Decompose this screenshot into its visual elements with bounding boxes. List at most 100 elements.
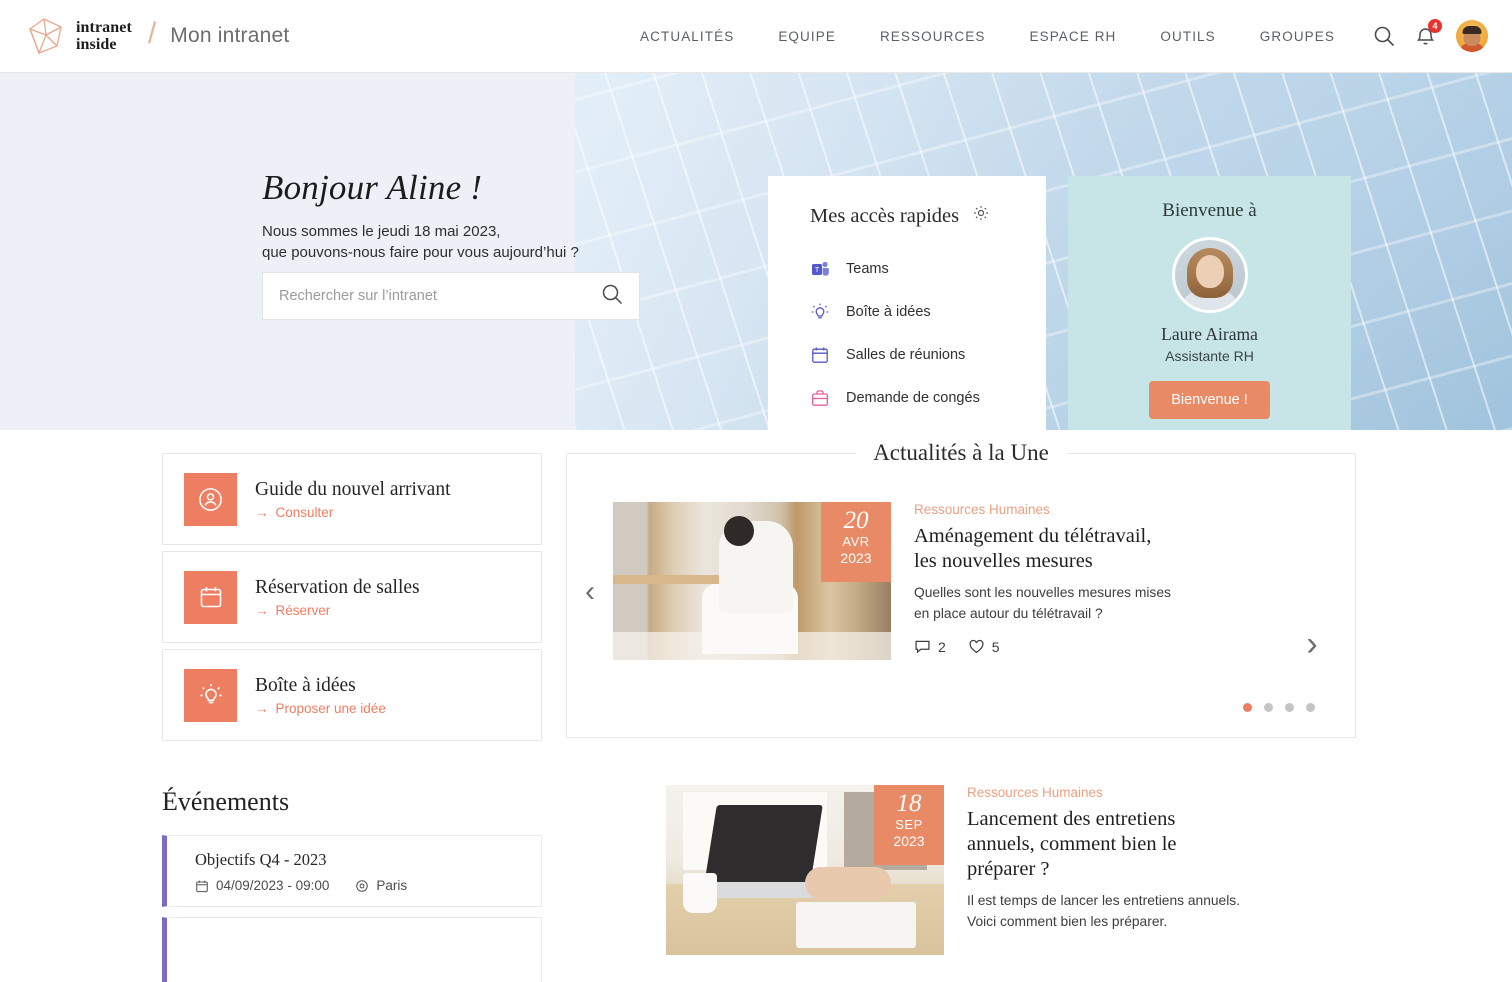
quick-access-item-demande-de-conges[interactable]: Demande de congés — [810, 376, 1046, 419]
nav-item-groupes[interactable]: GROUPES — [1238, 21, 1357, 52]
news-title-line2: les nouvelles mesures — [914, 550, 1093, 572]
news-thumbnail[interactable]: 18 SEP 2023 — [666, 785, 944, 955]
brand-line-1: intranet — [76, 19, 132, 36]
news-section-heading: Actualités à la Une — [855, 440, 1067, 466]
news-category[interactable]: Ressources Humaines — [914, 502, 1325, 517]
event-meta: 04/09/2023 - 09:00 Paris — [195, 878, 541, 893]
events-heading: Événements — [162, 787, 290, 816]
lightbulb-icon — [184, 668, 237, 722]
news-description: Quelles sont les nouvelles mesures mises… — [914, 582, 1224, 624]
map-pin-icon — [355, 879, 369, 893]
tile-link[interactable]: → Proposer une idée — [255, 701, 386, 716]
quick-access-item-boite-a-idees[interactable]: Boîte à idées — [810, 290, 1046, 333]
top-header: intranet inside / Mon intranet ACTUALITÉ… — [0, 0, 1512, 73]
main-navigation: ACTUALITÉS EQUIPE RESSOURCES ESPACE RH O… — [618, 21, 1357, 52]
nav-item-ressources[interactable]: RESSOURCES — [858, 21, 1008, 52]
carousel-dot[interactable] — [1243, 703, 1252, 712]
news-title-line2: annuels, comment bien le — [967, 833, 1177, 855]
svg-text:T: T — [815, 267, 820, 274]
search-input[interactable] — [279, 288, 601, 304]
news-category[interactable]: Ressources Humaines — [967, 785, 1326, 800]
tile-title: Réservation de salles — [255, 576, 420, 598]
comment-icon — [914, 638, 931, 655]
tile-link-label: Consulter — [275, 504, 334, 520]
news-desc-line2: en place autour du télétravail ? — [914, 606, 1103, 621]
news-date-month: AVR — [842, 534, 870, 549]
arrow-right-icon: → — [255, 602, 269, 618]
brand-separator: / — [147, 17, 157, 50]
news-title-line3: préparer ? — [967, 858, 1050, 880]
nav-item-actualites[interactable]: ACTUALITÉS — [618, 21, 756, 52]
search-icon[interactable] — [1373, 25, 1395, 47]
news-date-month: SEP — [895, 817, 923, 832]
news-column: Actualités à la Une ‹ 20 AVR 2023 Ressou… — [566, 440, 1356, 955]
search-icon[interactable] — [601, 283, 623, 310]
news-list-item[interactable]: 18 SEP 2023 Ressources Humaines Lancemen… — [566, 785, 1356, 955]
notification-count-badge: 4 — [1428, 18, 1442, 33]
tile-link[interactable]: → Consulter — [255, 505, 451, 520]
welcome-avatar — [1171, 237, 1248, 313]
event-item[interactable]: Objectifs Q4 - 2023 04/09/2023 - 09:00 P… — [162, 835, 542, 907]
lightbulb-icon — [810, 302, 830, 322]
quick-access-title: Mes accès rapides — [810, 204, 960, 227]
carousel-dot[interactable] — [1306, 703, 1315, 712]
tile-title: Guide du nouvel arrivant — [255, 478, 451, 500]
quick-access-card: Mes accès rapides T Teams Boîte à idées … — [768, 176, 1046, 430]
quick-access-item-teams[interactable]: T Teams — [810, 247, 1046, 290]
notification-bell-icon[interactable]: 4 — [1415, 18, 1442, 47]
news-title[interactable]: Lancement des entretiens annuels, commen… — [967, 807, 1267, 882]
brand-logo[interactable]: intranet inside — [22, 13, 132, 59]
quick-access-label: Teams — [846, 260, 889, 277]
event-item[interactable] — [162, 917, 542, 982]
news-text-block: Ressources Humaines Lancement des entret… — [967, 785, 1356, 955]
carousel-dot[interactable] — [1264, 703, 1273, 712]
page-title: Mon intranet — [170, 24, 290, 47]
welcome-avatar-face — [1195, 255, 1224, 288]
news-date-badge: 18 SEP 2023 — [874, 785, 944, 865]
chevron-left-icon[interactable]: ‹ — [567, 502, 613, 682]
welcome-title: Bienvenue à — [1162, 200, 1257, 221]
greeting-block: Bonjour Aline ! Nous sommes le jeudi 18 … — [262, 168, 682, 263]
gear-icon[interactable] — [972, 204, 990, 228]
carousel-dot[interactable] — [1285, 703, 1294, 712]
arrow-right-icon: → — [255, 700, 269, 716]
news-thumbnail[interactable]: 20 AVR 2023 — [613, 502, 891, 660]
tile-link-label: Réserver — [275, 602, 331, 618]
quick-access-header: Mes accès rapides — [810, 204, 1046, 228]
intranet-search-box[interactable] — [262, 272, 640, 320]
bienvenue-button[interactable]: Bienvenue ! — [1149, 381, 1270, 419]
news-desc-line2: Voici comment bien les préparer. — [967, 914, 1168, 929]
tile-link[interactable]: → Réserver — [255, 603, 420, 618]
news-comment-count[interactable]: 2 — [914, 638, 946, 655]
quick-access-item-salles-de-reunions[interactable]: Salles de réunions — [810, 333, 1046, 376]
avatar[interactable] — [1456, 20, 1488, 52]
welcome-person-role: Assistante RH — [1165, 348, 1254, 364]
news-date-day: 18 — [896, 790, 922, 817]
tile-title: Boîte à idées — [255, 674, 356, 696]
nav-item-equipe[interactable]: EQUIPE — [756, 21, 858, 52]
quick-access-item-galeries-photos[interactable]: Galeries photos — [810, 419, 1046, 430]
quick-access-list: T Teams Boîte à idées Salles de réunions… — [810, 247, 1046, 430]
news-carousel-dots — [1243, 703, 1315, 712]
news-title-line1: Lancement des entretiens — [967, 808, 1176, 830]
event-date-label: 04/09/2023 - 09:00 — [216, 878, 330, 893]
news-title-line1: Aménagement du télétravail, — [914, 525, 1152, 547]
briefcase-icon — [810, 388, 830, 408]
news-like-count[interactable]: 5 — [968, 638, 1000, 655]
tile-boite-a-idees[interactable]: Boîte à idées → Proposer une idée — [162, 649, 542, 741]
greeting-subtitle: Nous sommes le jeudi 18 mai 2023, que po… — [262, 221, 682, 263]
news-date-year: 2023 — [893, 833, 925, 849]
tile-guide-du-nouvel-arrivant[interactable]: Guide du nouvel arrivant → Consulter — [162, 453, 542, 545]
nav-item-outils[interactable]: OUTILS — [1138, 21, 1237, 52]
nav-item-espace-rh[interactable]: ESPACE RH — [1007, 21, 1138, 52]
header-icons: 4 — [1373, 18, 1488, 52]
tile-reservation-de-salles[interactable]: Réservation de salles → Réserver — [162, 551, 542, 643]
quick-access-label: Demande de congés — [846, 389, 980, 406]
calendar-icon — [195, 879, 209, 893]
quick-access-label: Salles de réunions — [846, 346, 966, 363]
arrow-right-icon: → — [255, 504, 269, 520]
tile-link-label: Proposer une idée — [275, 700, 386, 716]
event-title: Objectifs Q4 - 2023 — [195, 850, 327, 869]
news-title[interactable]: Aménagement du télétravail, les nouvelle… — [914, 524, 1214, 574]
quick-access-label: Boîte à idées — [846, 303, 931, 320]
